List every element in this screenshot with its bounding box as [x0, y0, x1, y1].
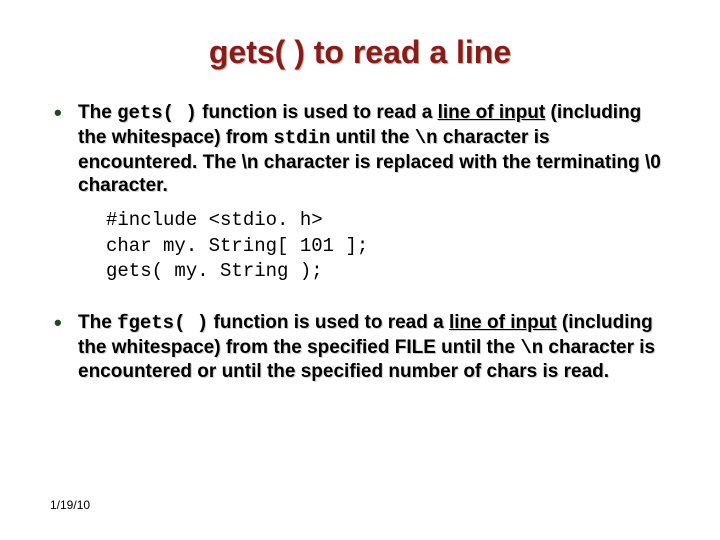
bullet-item-fgets: The fgets( ) function is used to read a … [50, 311, 670, 384]
text-fragment: function is used to read a [197, 102, 438, 123]
underline-line-of-input: line of input [438, 102, 546, 123]
text-fragment: until the [330, 127, 414, 148]
code-inline-newline: \n [520, 337, 543, 359]
code-inline-stdin: stdin [273, 127, 330, 149]
footer-date: 1/19/10 [50, 498, 90, 512]
underline-line-of-input: line of input [449, 312, 557, 333]
text-fragment: The [78, 102, 117, 123]
text-fragment: The [78, 312, 117, 333]
text-fragment: function is used to read a [208, 312, 449, 333]
bullet-list: The gets( ) function is used to read a l… [50, 101, 670, 384]
bullet-2-text: The fgets( ) function is used to read a … [78, 312, 655, 383]
code-block: #include <stdio. h> char my. String[ 101… [106, 208, 670, 285]
slide: gets( ) to read a line The gets( ) funct… [0, 0, 720, 540]
code-inline-newline: \n [415, 127, 438, 149]
bullet-item-gets: The gets( ) function is used to read a l… [50, 101, 670, 285]
code-inline-gets: gets( ) [117, 102, 197, 124]
slide-title: gets( ) to read a line [50, 34, 670, 71]
code-inline-fgets: fgets( ) [117, 312, 208, 334]
bullet-1-text: The gets( ) function is used to read a l… [78, 102, 661, 196]
